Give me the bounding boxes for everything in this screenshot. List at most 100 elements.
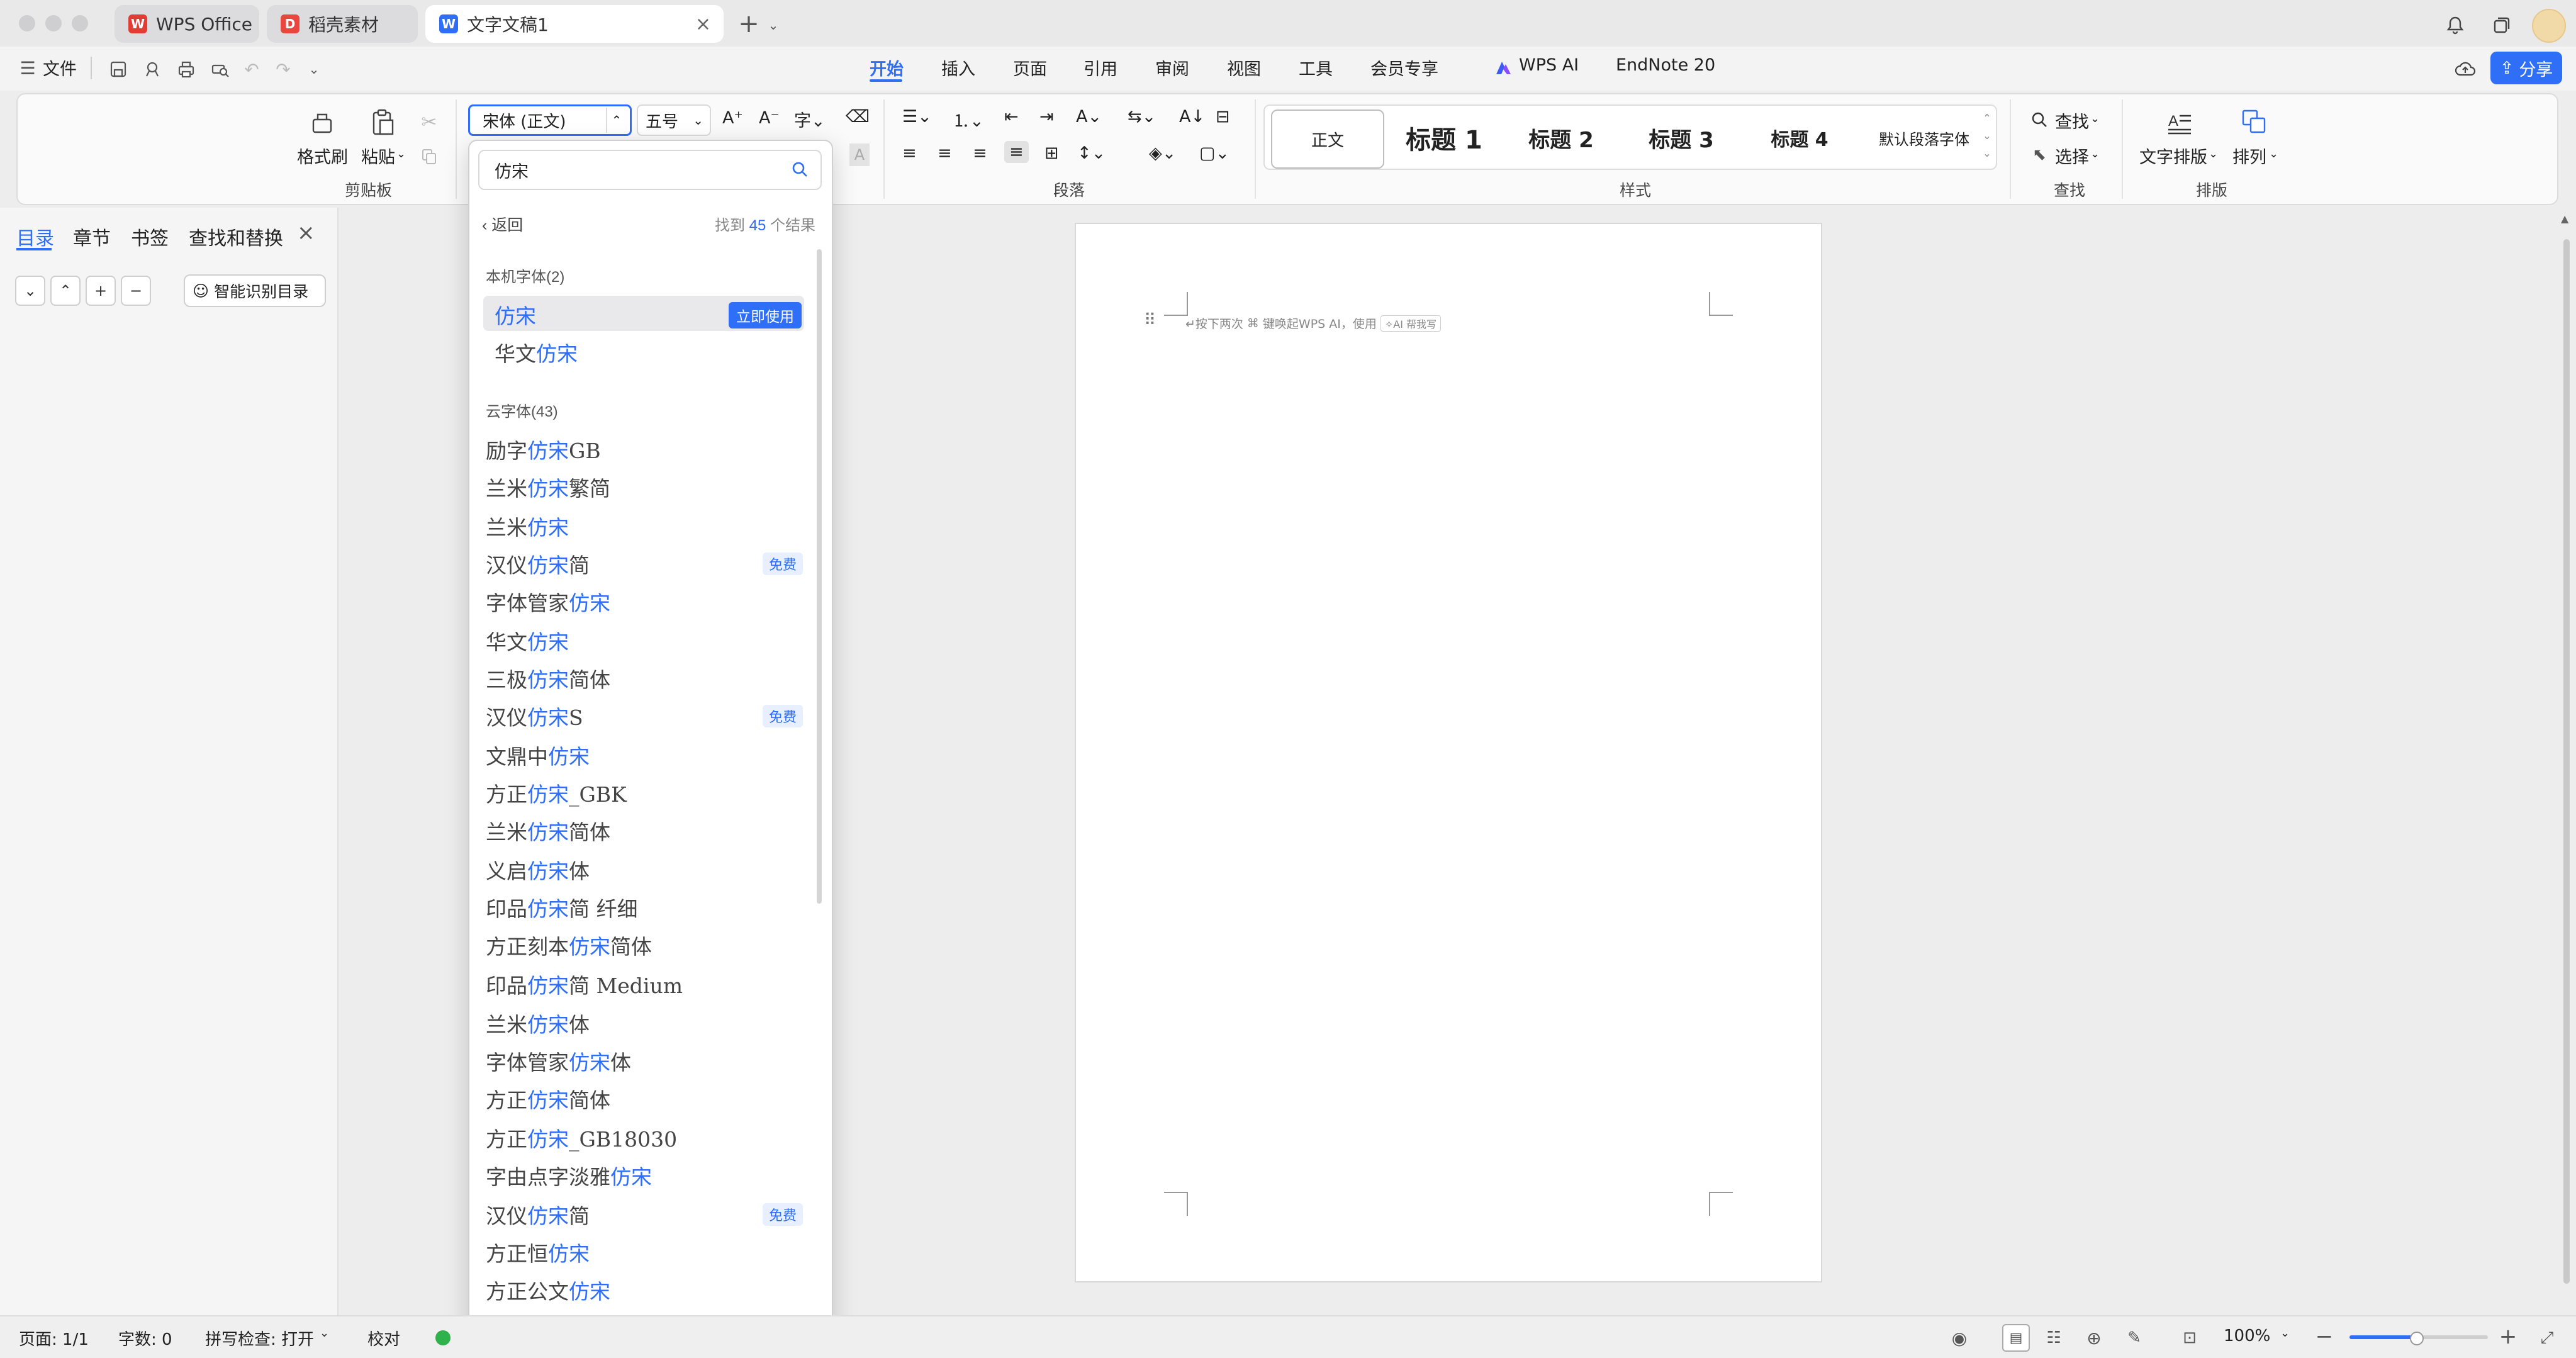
cloud-font-item[interactable]: 方正恒仿宋	[486, 1237, 590, 1267]
drag-handle-icon[interactable]: ⠿	[1144, 311, 1156, 330]
character-shading-icon[interactable]: A	[849, 143, 870, 166]
cloud-font-item[interactable]: 汉仪仿宋简	[486, 1199, 590, 1230]
file-menu[interactable]: 文件	[43, 55, 77, 80]
menu-tools[interactable]: 工具	[1299, 55, 1333, 80]
close-pane-icon[interactable]: ×	[297, 220, 315, 245]
quick-access-more-chevron-icon[interactable]: ⌄	[305, 57, 323, 82]
cloud-font-item[interactable]: 义启仿宋体	[486, 855, 590, 885]
cloud-font-item[interactable]: 兰米仿宋体	[486, 1008, 590, 1038]
cloud-font-item[interactable]: 字体管家仿宋体	[486, 1046, 631, 1076]
shrink-font-icon[interactable]: A⁻	[759, 108, 780, 128]
use-now-button[interactable]: 立即使用	[729, 302, 802, 328]
format-brush-button[interactable]: 格式刷	[297, 143, 348, 168]
share-button[interactable]: ⇪ 分享	[2490, 52, 2562, 84]
menu-references[interactable]: 引用	[1084, 55, 1117, 80]
ai-write-tag[interactable]: ✧AI 帮我写	[1380, 315, 1442, 332]
cloud-font-item[interactable]: 印品仿宋简 Medium	[486, 969, 683, 999]
print-preview-icon[interactable]	[208, 57, 233, 82]
export-pdf-icon[interactable]	[140, 57, 165, 82]
menu-page[interactable]: 页面	[1013, 55, 1047, 80]
select-button[interactable]: 选择	[2055, 143, 2089, 168]
window-close-button[interactable]	[19, 15, 35, 31]
back-button[interactable]: ‹ 返回	[482, 213, 523, 235]
zoom-slider-thumb[interactable]	[2410, 1332, 2424, 1345]
cloud-font-item[interactable]: 励字仿宋GB	[486, 434, 601, 464]
word-count[interactable]: 字数: 0	[118, 1327, 172, 1350]
cloud-font-item[interactable]: 字体管家仿宋	[486, 586, 610, 617]
zoom-in-plus-icon[interactable]: +	[2495, 1324, 2521, 1349]
tab-wps-office[interactable]: W WPS Office	[115, 5, 259, 43]
cloud-font-item[interactable]: 兰米仿宋繁简	[486, 472, 610, 502]
grow-font-icon[interactable]: A⁺	[722, 108, 743, 128]
window-minimize-button[interactable]	[45, 15, 62, 31]
text-layout-button[interactable]: 文字排版	[2139, 143, 2207, 168]
sort-icon[interactable]: A↓	[1179, 107, 1205, 126]
scrollbar-thumb[interactable]	[2563, 239, 2570, 1284]
text-layout-chevron-icon[interactable]: ⌄	[2209, 147, 2218, 160]
paste-dropdown-chevron-icon[interactable]: ⌄	[396, 147, 406, 160]
font-name-chevron-up-icon[interactable]: ⌃	[606, 108, 626, 133]
cloud-font-item[interactable]: 文鼎中仿宋	[486, 740, 590, 770]
phonetic-guide-icon[interactable]: 字⌄	[794, 107, 826, 132]
menu-endnote[interactable]: EndNote 20	[1616, 55, 1715, 75]
eye-protection-icon[interactable]: ◉	[1947, 1325, 1972, 1350]
search-icon[interactable]	[790, 160, 809, 181]
arrange-chevron-icon[interactable]: ⌄	[2269, 147, 2278, 160]
close-tab-icon[interactable]: ×	[695, 13, 711, 35]
borders-icon[interactable]: ▢⌄	[1199, 143, 1229, 163]
menu-member[interactable]: 会员专享	[1370, 55, 1438, 80]
cloud-font-item[interactable]: 方正公文仿宋	[486, 1275, 610, 1305]
tab-document-1[interactable]: W 文字文稿1 ×	[425, 5, 724, 43]
distributed-align-icon[interactable]: ⊞	[1044, 143, 1059, 163]
outline-view-icon[interactable]: ☷	[2041, 1325, 2066, 1350]
tab-bookmarks[interactable]: 书签	[131, 223, 169, 250]
tab-list-chevron-icon[interactable]: ⌄	[764, 13, 783, 38]
dropdown-scrollbar-thumb[interactable]	[817, 249, 822, 904]
page-count[interactable]: 页面: 1/1	[19, 1327, 89, 1350]
cloud-font-item[interactable]: 华文仿宋	[486, 626, 569, 656]
style-heading-2[interactable]: 标题 2	[1508, 109, 1615, 166]
cut-icon[interactable]: ✂	[418, 111, 440, 133]
cloud-upload-icon[interactable]	[2451, 57, 2479, 82]
scroll-up-arrow-icon[interactable]: ▲	[2561, 213, 2568, 225]
increase-indent-icon[interactable]: ⇥	[1039, 107, 1054, 126]
save-icon[interactable]	[106, 57, 131, 82]
spell-check-status[interactable]: 拼写检查: 打开	[205, 1327, 314, 1350]
find-chevron-icon[interactable]: ⌄	[2090, 112, 2100, 125]
line-spacing-icon[interactable]: ↕⌄	[1077, 143, 1106, 163]
cloud-font-item[interactable]: 方正仿宋简体	[486, 1084, 610, 1114]
menu-wps-ai[interactable]: WPS AI	[1519, 55, 1579, 75]
style-default-paragraph-font[interactable]: 默认段落字体	[1860, 109, 1988, 166]
tab-sections[interactable]: 章节	[73, 223, 111, 250]
tab-find-replace[interactable]: 查找和替换	[189, 223, 283, 250]
justify-icon[interactable]: ≡	[1004, 141, 1029, 163]
zoom-level[interactable]: 100%	[2224, 1327, 2270, 1345]
window-restore-icon[interactable]	[2488, 11, 2516, 39]
new-tab-plus-icon[interactable]: +	[734, 9, 764, 38]
cloud-font-item[interactable]: 汉仪仿宋简	[486, 549, 590, 579]
menu-view[interactable]: 视图	[1227, 55, 1261, 80]
cloud-font-item[interactable]: 汉仪仿宋S	[486, 701, 583, 731]
spell-check-chevron-icon[interactable]: ⌄	[320, 1327, 329, 1340]
document-page[interactable]	[1075, 223, 1822, 1282]
bullet-list-icon[interactable]: ☰⌄	[902, 107, 932, 126]
zoom-out-minus-icon[interactable]: −	[2312, 1324, 2337, 1349]
local-font-item[interactable]: 华文仿宋	[495, 337, 578, 368]
cloud-font-item[interactable]: 印品仿宋简 纤细	[486, 892, 638, 923]
user-avatar[interactable]	[2532, 9, 2566, 43]
print-icon[interactable]	[174, 57, 199, 82]
expand-chevron-up-icon[interactable]: ⌃	[50, 276, 81, 306]
decrease-indent-icon[interactable]: ⇤	[1004, 107, 1019, 126]
writing-mode-icon[interactable]: ✎	[2122, 1325, 2147, 1350]
paragraph-shading-icon[interactable]: ◈⌄	[1149, 143, 1176, 163]
local-font-item[interactable]: 仿宋	[495, 300, 536, 330]
tab-docer-material[interactable]: D 稻壳素材	[267, 5, 418, 43]
notification-bell-icon[interactable]	[2441, 11, 2469, 39]
font-size-select[interactable]: 五号 ⌄	[637, 104, 711, 136]
font-search-input[interactable]	[478, 150, 822, 190]
select-chevron-icon[interactable]: ⌄	[2090, 147, 2100, 160]
cloud-font-item[interactable]: 字由点字淡雅仿宋	[486, 1160, 652, 1191]
find-button[interactable]: 查找	[2055, 108, 2089, 133]
text-direction-icon[interactable]: A⌄	[1076, 107, 1102, 126]
tab-toc[interactable]: 目录	[16, 223, 54, 250]
